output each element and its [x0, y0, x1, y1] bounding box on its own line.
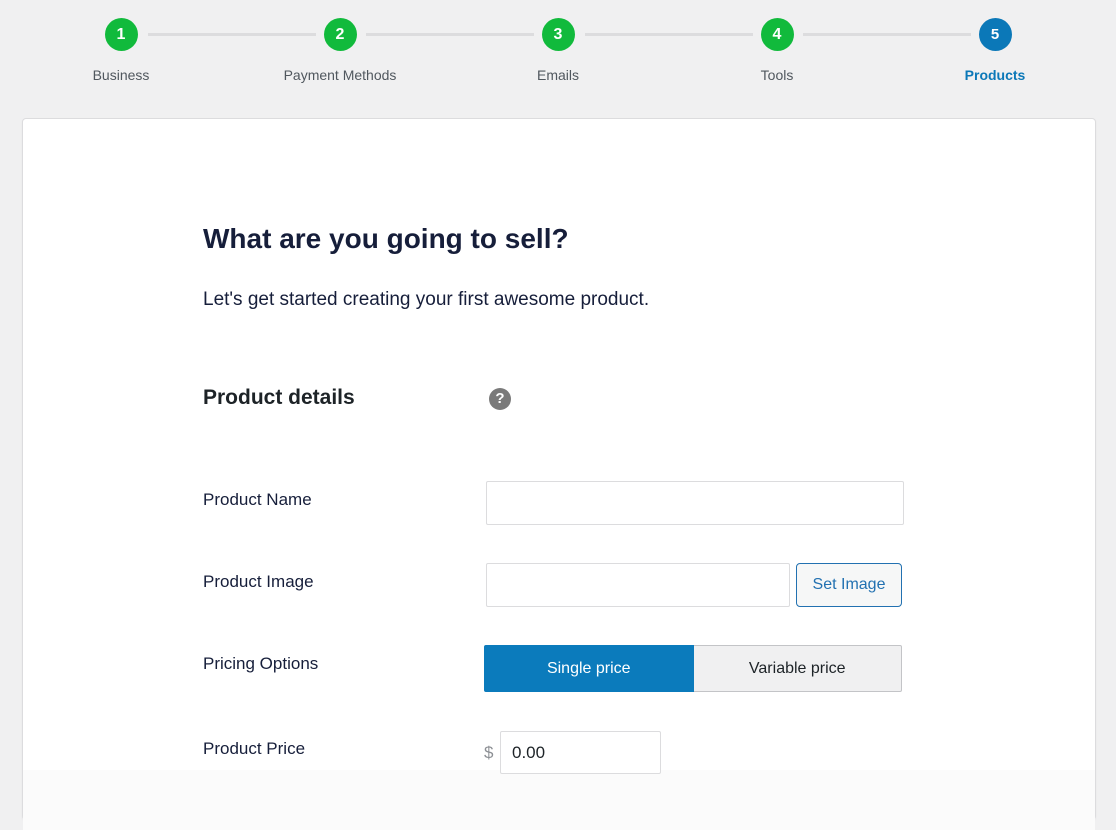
step-tools[interactable]: 4 Tools: [697, 18, 857, 83]
step-products[interactable]: 5 Products: [915, 18, 1075, 83]
step-number-badge: 3: [541, 18, 575, 51]
single-price-option[interactable]: Single price: [484, 645, 694, 692]
question-circle-icon[interactable]: ?: [489, 388, 511, 410]
section-title: Product details: [203, 386, 355, 409]
step-payment-methods[interactable]: 2 Payment Methods: [260, 18, 420, 83]
page-title: What are you going to sell?: [203, 223, 569, 254]
pricing-options-label: Pricing Options: [203, 654, 319, 673]
product-price-input[interactable]: [500, 731, 661, 774]
step-number-badge: 5: [978, 18, 1012, 51]
step-number-badge: 4: [760, 18, 794, 51]
step-number-badge: 1: [104, 18, 138, 51]
setup-stepper: 1 Business 2 Payment Methods 3 Emails 4 …: [0, 0, 1116, 110]
step-emails[interactable]: 3 Emails: [478, 18, 638, 83]
step-number-badge: 2: [323, 18, 357, 51]
page-subtitle: Let's get started creating your first aw…: [203, 289, 650, 310]
pricing-options-toggle: Single price Variable price: [484, 645, 902, 692]
product-price-label: Product Price: [203, 739, 306, 758]
step-label: Payment Methods: [283, 67, 397, 83]
step-label: Products: [964, 67, 1026, 83]
product-image-label: Product Image: [203, 572, 314, 591]
product-name-input[interactable]: [486, 481, 904, 525]
step-business[interactable]: 1 Business: [41, 18, 201, 83]
set-image-button[interactable]: Set Image: [796, 563, 902, 607]
step-label: Tools: [760, 67, 794, 83]
product-name-label: Product Name: [203, 490, 312, 509]
step-label: Business: [92, 67, 150, 83]
step-label: Emails: [536, 67, 579, 83]
variable-price-option[interactable]: Variable price: [693, 645, 902, 692]
product-image-input[interactable]: [486, 563, 790, 607]
setup-card: What are you going to sell? Let's get st…: [22, 118, 1096, 830]
currency-symbol: $: [484, 743, 494, 762]
card-footer-area: [23, 770, 1095, 830]
